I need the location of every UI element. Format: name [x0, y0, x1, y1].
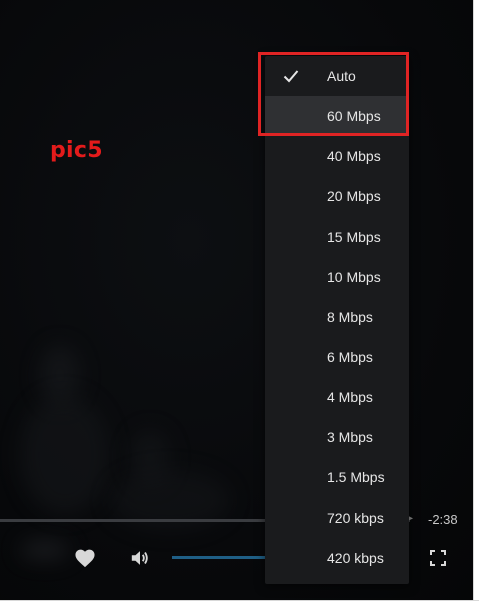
quality-option-label: 420 kbps — [327, 549, 384, 566]
quality-option-auto[interactable]: Auto — [265, 56, 409, 96]
quality-option-label: 20 Mbps — [327, 188, 381, 205]
quality-option-420kbps[interactable]: 420 kbps — [265, 538, 409, 578]
volume-slider[interactable] — [172, 556, 266, 559]
quality-option-720kbps[interactable]: 720 kbps — [265, 498, 409, 538]
quality-option-label: 40 Mbps — [327, 148, 381, 165]
checkmark-icon — [283, 68, 299, 84]
fullscreen-icon[interactable] — [424, 540, 452, 576]
quality-option-15mbps[interactable]: 15 Mbps — [265, 217, 409, 257]
quality-option-label: 6 Mbps — [327, 349, 373, 366]
annotation-label: pic5 — [50, 138, 103, 163]
quality-option-label: 4 Mbps — [327, 389, 373, 406]
heart-icon[interactable] — [71, 540, 99, 576]
scene-figure-body — [20, 395, 110, 515]
quality-option-label: 720 kbps — [327, 509, 384, 526]
quality-option-6mbps[interactable]: 6 Mbps — [265, 337, 409, 377]
quality-option-8mbps[interactable]: 8 Mbps — [265, 297, 409, 337]
quality-option-1-5mbps[interactable]: 1.5 Mbps — [265, 457, 409, 497]
quality-option-60mbps[interactable]: 60 Mbps — [265, 96, 409, 137]
video-player[interactable]: pic5 ▸ -2:38 Auto 60 Mbps 40 Mbps 20 Mbp… — [0, 0, 473, 600]
quality-option-20mbps[interactable]: 20 Mbps — [265, 176, 409, 216]
quality-option-4mbps[interactable]: 4 Mbps — [265, 377, 409, 417]
quality-option-label: 8 Mbps — [327, 308, 373, 325]
quality-option-3mbps[interactable]: 3 Mbps — [265, 417, 409, 457]
page-border-right — [473, 0, 479, 607]
quality-option-label: 3 Mbps — [327, 429, 373, 446]
quality-option-label: 15 Mbps — [327, 228, 381, 245]
quality-menu: Auto 60 Mbps 40 Mbps 20 Mbps 15 Mbps 10 … — [265, 56, 409, 584]
quality-option-10mbps[interactable]: 10 Mbps — [265, 257, 409, 297]
quality-option-label: 10 Mbps — [327, 268, 381, 285]
quality-option-40mbps[interactable]: 40 Mbps — [265, 136, 409, 176]
quality-option-label: Auto — [327, 68, 356, 85]
quality-option-label: 1.5 Mbps — [327, 469, 385, 486]
speaker-icon[interactable] — [126, 540, 154, 576]
quality-option-label: 60 Mbps — [327, 108, 381, 125]
time-remaining: -2:38 — [428, 512, 458, 527]
